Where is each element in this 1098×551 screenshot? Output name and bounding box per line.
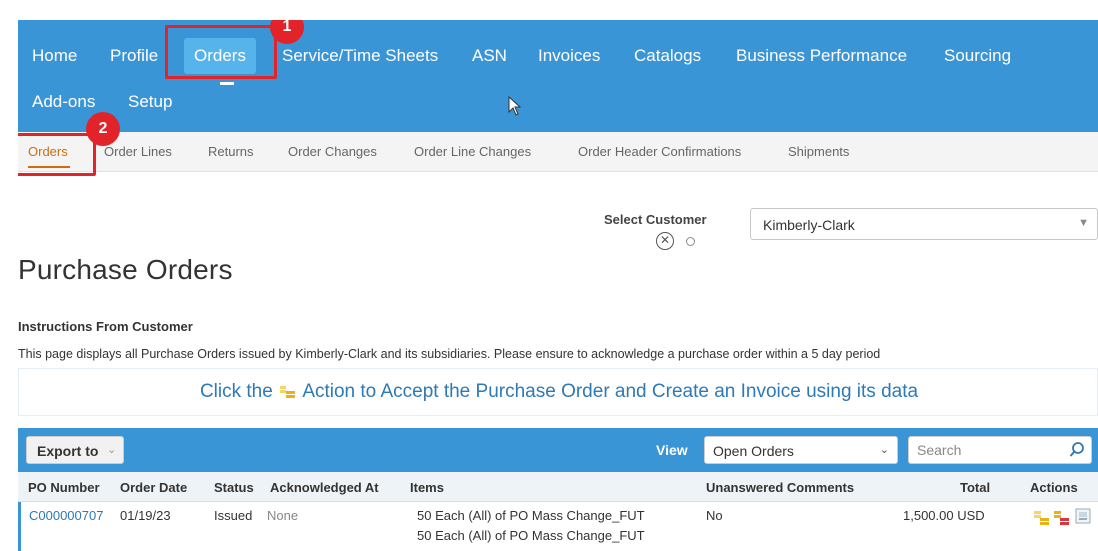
search-input[interactable] <box>917 441 1057 459</box>
subnav-order-changes[interactable]: Order Changes <box>288 144 377 159</box>
customer-select[interactable]: Kimberly-Clark ▼ <box>750 208 1098 240</box>
subnav-order-header-confirmations[interactable]: Order Header Confirmations <box>578 144 741 159</box>
table-header: PO Number Order Date Status Acknowledged… <box>18 472 1098 502</box>
callout-text-end: Action to Accept the Purchase Order and … <box>302 381 919 402</box>
clear-customer-icon[interactable]: ✕ <box>656 232 674 250</box>
table-toolbar: Export to ⌄ View Open Orders ⌄ <box>18 428 1098 472</box>
unanswered-comments-cell: No <box>706 508 723 523</box>
column-header-acknowledged-at[interactable]: Acknowledged At <box>270 480 379 495</box>
subnav-shipments[interactable]: Shipments <box>788 144 849 159</box>
view-select-value: Open Orders <box>713 443 794 459</box>
nav-business-performance[interactable]: Business Performance <box>736 46 907 66</box>
search-box[interactable] <box>908 436 1092 464</box>
customer-select-value: Kimberly-Clark <box>763 217 855 233</box>
column-header-status[interactable]: Status <box>214 480 254 495</box>
column-header-actions: Actions <box>1030 480 1078 495</box>
search-icon[interactable] <box>1069 441 1085 459</box>
nav-invoices[interactable]: Invoices <box>538 46 600 66</box>
nav-active-indicator <box>220 82 234 85</box>
subnav-returns[interactable]: Returns <box>208 144 254 159</box>
export-to-button[interactable]: Export to ⌄ <box>26 436 124 464</box>
nav-sourcing[interactable]: Sourcing <box>944 46 1011 66</box>
printer-icon[interactable] <box>1075 508 1091 524</box>
item-line-2: 50 Each (All) of PO Mass Change_FUT <box>417 528 645 543</box>
nav-setup[interactable]: Setup <box>128 92 172 112</box>
nav-home[interactable]: Home <box>32 46 77 66</box>
item-line-1: 50 Each (All) of PO Mass Change_FUT <box>417 508 645 523</box>
highlight-box-orders-tab <box>165 25 277 79</box>
page-title: Purchase Orders <box>18 254 233 285</box>
chevron-down-icon: ⌄ <box>107 444 117 456</box>
nav-profile[interactable]: Profile <box>110 46 158 66</box>
nav-add-ons[interactable]: Add-ons <box>32 92 95 112</box>
mouse-cursor-icon <box>508 96 522 116</box>
instructions-heading: Instructions From Customer <box>18 319 193 334</box>
action-callout: Click the Action to Accept the Purchase … <box>18 368 1098 416</box>
coupa-supplier-portal: Home Profile Orders Service/Time Sheets … <box>18 20 1098 551</box>
export-to-label: Export to <box>37 443 99 459</box>
highlight-box-orders-subtab <box>18 133 96 176</box>
select-customer-label: Select Customer <box>604 212 707 227</box>
status-cell: Issued <box>214 508 253 523</box>
sub-navigation: Orders Order Lines Returns Order Changes… <box>18 132 1098 172</box>
acknowledged-at-cell: None <box>267 508 299 523</box>
reject-coins-icon[interactable] <box>1053 508 1071 526</box>
subnav-order-lines[interactable]: Order Lines <box>104 144 172 159</box>
instructions-text: This page displays all Purchase Orders i… <box>18 347 881 361</box>
step-badge-2: 2 <box>86 112 120 146</box>
invoice-coins-icon <box>278 383 298 399</box>
order-date-cell: 01/19/23 <box>120 508 171 523</box>
nav-asn[interactable]: ASN <box>472 46 507 66</box>
column-header-unanswered-comments[interactable]: Unanswered Comments <box>706 480 854 495</box>
callout-text-start: Click the <box>199 381 273 402</box>
row-actions <box>1033 508 1093 526</box>
view-select[interactable]: Open Orders ⌄ <box>704 436 898 464</box>
chevron-down-icon: ▼ <box>1078 217 1089 229</box>
invoice-coins-icon[interactable] <box>1033 508 1051 526</box>
column-header-po-number[interactable]: PO Number <box>28 480 100 495</box>
column-header-total[interactable]: Total <box>960 480 990 495</box>
nav-service-time-sheets[interactable]: Service/Time Sheets <box>282 46 438 66</box>
nav-catalogs[interactable]: Catalogs <box>634 46 701 66</box>
action-callout-text: Click the Action to Accept the Purchase … <box>19 381 1098 403</box>
total-cell: 1,500.00 USD <box>903 508 985 523</box>
column-header-items[interactable]: Items <box>410 480 444 495</box>
view-label: View <box>656 442 688 458</box>
table-row: C000000707 01/19/23 Issued None 50 Each … <box>18 502 1098 551</box>
column-header-order-date[interactable]: Order Date <box>120 480 187 495</box>
subnav-order-line-changes[interactable]: Order Line Changes <box>414 144 531 159</box>
po-number-link[interactable]: C000000707 <box>29 508 103 523</box>
chevron-down-icon: ⌄ <box>879 444 889 456</box>
radio-icon[interactable] <box>686 237 695 246</box>
